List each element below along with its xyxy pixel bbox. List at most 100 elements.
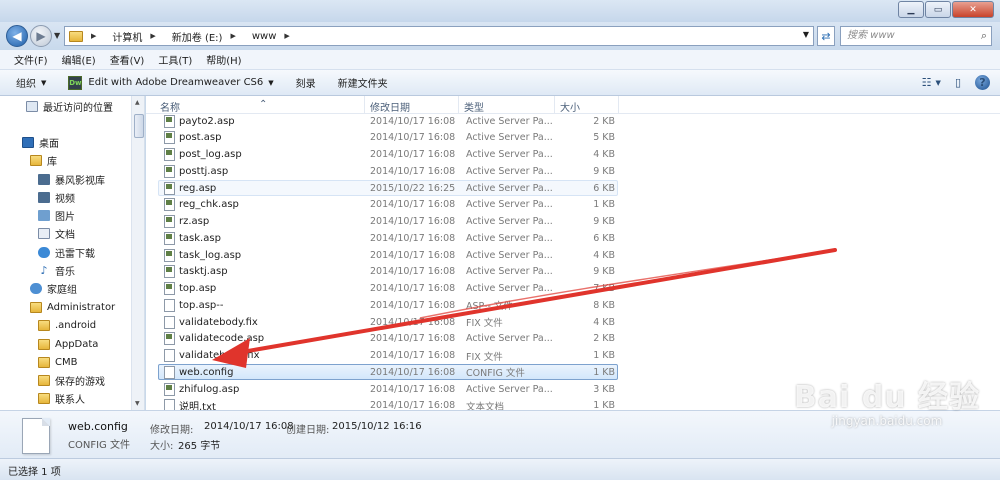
file-row[interactable]: post.asp 2014/10/17 16:08 Active Server Pa…	[158, 130, 618, 146]
view-dropdown-icon[interactable]: ▼	[936, 79, 941, 87]
file-row[interactable]: rz.asp 2014/10/17 16:08 Active Server Pa..…	[158, 214, 618, 230]
column-header: ⌃ 名称 修改日期 类型 大小	[146, 96, 1000, 114]
menu-bar: 文件(F) 编辑(E) 查看(V) 工具(T) 帮助(H)	[0, 50, 1000, 70]
breadcrumb-sep[interactable]: ▶	[284, 32, 297, 40]
scroll-up-icon[interactable]: ▲	[135, 99, 140, 106]
nav-item-label: .android	[55, 319, 97, 331]
nav-item-label: CMB	[55, 356, 78, 368]
menu-help[interactable]: 帮助(H)	[206, 52, 241, 67]
column-divider[interactable]	[554, 96, 555, 114]
refresh-button[interactable]: ⇄	[817, 26, 835, 46]
file-size: 2 KB	[593, 115, 615, 127]
file-row[interactable]: payto2.asp 2014/10/17 16:08 Active Server …	[158, 113, 618, 129]
asp-file-icon	[164, 198, 175, 212]
column-date[interactable]: 修改日期	[370, 99, 410, 114]
file-row[interactable]: task_log.asp 2014/10/17 16:08 Active Serve…	[158, 247, 618, 263]
file-row[interactable]: task.asp 2014/10/17 16:08 Active Server Pa…	[158, 230, 618, 246]
edit-with-dreamweaver-button[interactable]: Dw Edit with Adobe Dreamweaver CS6 ▼	[68, 75, 274, 90]
file-size: 8 KB	[593, 299, 615, 311]
nav-item[interactable]: AppData	[38, 336, 98, 352]
file-row[interactable]: reg_chk.asp 2014/10/17 16:08 Active Server…	[158, 197, 618, 213]
forward-button[interactable]: ▶	[30, 25, 52, 47]
close-button[interactable]: ✕	[952, 1, 994, 18]
search-input[interactable]: 搜索 www ⌕	[840, 26, 992, 46]
file-size: 1 KB	[593, 366, 615, 378]
breadcrumb-www[interactable]: www	[252, 31, 277, 42]
nav-item[interactable]: 文档	[38, 225, 75, 241]
menu-edit[interactable]: 编辑(E)	[62, 52, 96, 67]
file-type: Active Server Pa...	[466, 383, 553, 395]
file-row[interactable]: validatecode.asp 2014/10/17 16:08 Active S…	[158, 331, 618, 347]
nav-item-label: Administrator	[47, 301, 116, 313]
scroll-down-icon[interactable]: ▼	[135, 400, 140, 407]
breadcrumb-sep[interactable]: ▶	[230, 32, 243, 40]
breadcrumb-computer[interactable]: 计算机	[112, 29, 142, 44]
recent-pages-dropdown[interactable]: ▼	[54, 31, 60, 40]
nav-scroll-thumb[interactable]	[134, 114, 144, 138]
file-date: 2014/10/17 16:08	[370, 316, 456, 328]
nav-item[interactable]: 暴风影视库	[38, 171, 105, 187]
file-row[interactable]: 说明.txt 2014/10/17 16:08 文本文档 1 KB	[158, 398, 618, 410]
file-row[interactable]: reg.asp 2015/10/22 16:25 Active Server Pa.…	[158, 180, 618, 196]
file-name: validatehead.fix	[179, 350, 260, 361]
forward-arrow-icon: ▶	[36, 29, 46, 43]
file-name: reg.asp	[179, 182, 217, 194]
new-folder-button[interactable]: 新建文件夹	[338, 75, 388, 90]
file-type: ASP-- 文件	[466, 301, 513, 313]
back-button[interactable]: ◀	[6, 25, 28, 47]
breadcrumb-sep[interactable]: ▶	[150, 32, 163, 40]
file-row[interactable]: web.config 2014/10/17 16:08 CONFIG 文件 1 KB	[158, 364, 618, 381]
nav-item[interactable]: 家庭组	[30, 280, 77, 296]
column-divider[interactable]	[364, 96, 365, 114]
file-row[interactable]: validatehead.fix 2014/10/17 16:08 FIX 文件 1 …	[158, 348, 618, 364]
folder-icon	[38, 356, 50, 368]
status-bar: 已选择 1 项	[0, 458, 1000, 480]
preview-pane-icon[interactable]: ▯	[955, 76, 961, 89]
nav-item[interactable]: ♪ 音乐	[38, 262, 75, 278]
menu-view[interactable]: 查看(V)	[110, 52, 145, 67]
burn-button[interactable]: 刻录	[296, 75, 316, 90]
nav-item[interactable]: 桌面	[22, 134, 59, 150]
file-date: 2014/10/17 16:08	[370, 232, 456, 244]
nav-item[interactable]: 保存的游戏	[38, 372, 105, 388]
column-divider[interactable]	[618, 96, 619, 114]
breadcrumb-sep-root[interactable]: ▶	[91, 32, 104, 40]
minimize-button[interactable]: ▁	[898, 1, 924, 18]
organize-button[interactable]: 组织 ▼	[16, 75, 46, 91]
file-type: FIX 文件	[466, 351, 503, 363]
file-date: 2014/10/17 16:08	[370, 383, 456, 395]
file-row[interactable]: zhifulog.asp 2014/10/17 16:08 Active Serve…	[158, 381, 618, 397]
nav-item[interactable]: CMB	[38, 354, 77, 370]
menu-file[interactable]: 文件(F)	[14, 52, 48, 67]
file-row[interactable]: posttj.asp 2014/10/17 16:08 Active Server …	[158, 163, 618, 179]
view-options-icon[interactable]: ☷	[922, 76, 932, 89]
nav-item[interactable]: .android	[38, 317, 96, 333]
menu-tools[interactable]: 工具(T)	[158, 52, 192, 67]
help-icon[interactable]: ?	[975, 75, 990, 90]
address-dropdown-icon[interactable]: ▼	[803, 30, 809, 39]
nav-item[interactable]: 库	[30, 152, 57, 168]
maximize-button[interactable]: ▭	[925, 1, 951, 18]
nav-item[interactable]: 视频	[38, 189, 75, 205]
file-row[interactable]: top.asp-- 2014/10/17 16:08 ASP-- 文件 8 KB	[158, 297, 618, 313]
file-row[interactable]: tasktj.asp 2014/10/17 16:08 Active Server …	[158, 264, 618, 280]
file-size: 3 KB	[593, 383, 615, 395]
breadcrumb-drive[interactable]: 新加卷 (E:)	[172, 29, 223, 44]
nav-item[interactable]: 迅雷下载	[38, 244, 95, 260]
nav-scrollbar[interactable]: ▲ ▼	[131, 96, 144, 410]
file-row[interactable]: top.asp 2014/10/17 16:08 Active Server Pa.…	[158, 281, 618, 297]
asp-file-icon	[164, 282, 175, 295]
nav-item[interactable]: 联系人	[38, 390, 85, 406]
file-row[interactable]: validatebody.fix 2014/10/17 16:08 FIX 文件 4 …	[158, 314, 618, 330]
asp-file-icon	[164, 181, 175, 195]
column-name[interactable]: 名称	[160, 99, 180, 114]
status-text: 已选择 1 项	[8, 467, 61, 478]
file-row[interactable]: post_log.asp 2014/10/17 16:08 Active Serve…	[158, 147, 618, 163]
nav-item[interactable]: 最近访问的位置	[26, 98, 113, 114]
nav-item[interactable]: 图片	[38, 207, 75, 223]
column-divider[interactable]	[458, 96, 459, 114]
column-type[interactable]: 类型	[464, 99, 484, 114]
address-bar[interactable]: ▶ 计算机 ▶ 新加卷 (E:) ▶ www ▶ ▼	[64, 26, 814, 46]
nav-item[interactable]: Administrator	[30, 299, 115, 315]
column-size[interactable]: 大小	[560, 99, 580, 114]
